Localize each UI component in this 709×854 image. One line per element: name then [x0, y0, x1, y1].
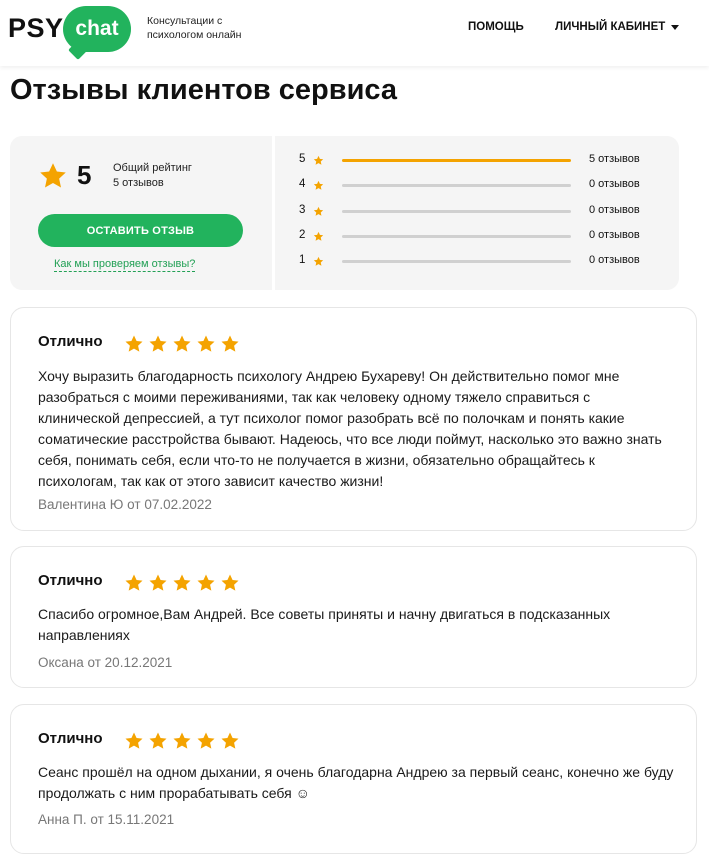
nav-help-link[interactable]: ПОМОЩЬ	[468, 21, 524, 33]
rating-summary: 5 Общий рейтинг 5 отзывов ОСТАВИТЬ ОТЗЫВ…	[10, 136, 679, 290]
review-author-date: Валентина Ю от 07.02.2022	[38, 497, 212, 512]
star-icon	[125, 335, 143, 352]
rating-bar-track	[342, 210, 571, 213]
review-text: Сеанс прошёл на одном дыхании, я очень б…	[38, 764, 674, 801]
star-icon	[40, 163, 66, 188]
overall-rating-label-block: Общий рейтинг 5 отзывов	[113, 161, 192, 191]
star-icon	[149, 335, 167, 352]
rating-row-1: 1 0 отзывов	[275, 254, 679, 270]
rating-row-stars: 5	[299, 153, 306, 165]
review-stars	[124, 573, 240, 593]
star-icon	[197, 335, 215, 352]
review-author-date: Анна П. от 15.11.2021	[38, 812, 175, 827]
star-icon	[221, 732, 239, 749]
overall-rating-label: Общий рейтинг	[113, 162, 192, 174]
rating-row-3: 3 0 отзывов	[275, 204, 679, 220]
star-icon	[197, 574, 215, 591]
verify-reviews-link[interactable]: Как мы проверяем отзывы?	[54, 258, 196, 272]
review-title: Отлично	[38, 572, 103, 589]
nav-cabinet-menu[interactable]: ЛИЧНЫЙ КАБИНЕТ	[555, 21, 680, 33]
site-header: PSY chat Консультации с психологом онлай…	[0, 0, 709, 66]
review-stars	[124, 334, 240, 354]
star-icon	[313, 231, 324, 241]
rating-bar-track	[342, 159, 571, 162]
star-icon	[313, 180, 324, 190]
rating-bar-fill	[342, 159, 571, 162]
rating-row-stars: 2	[299, 229, 306, 241]
rating-row-count: 0 отзывов	[589, 178, 640, 190]
review-author-date: Оксана от 20.12.2021	[38, 655, 173, 670]
nav-cabinet-label: ЛИЧНЫЙ КАБИНЕТ	[555, 21, 666, 33]
review-text: Спасибо огромное,Вам Андрей. Все советы …	[38, 606, 611, 643]
rating-row-count: 0 отзывов	[589, 254, 640, 266]
star-icon	[221, 335, 239, 352]
rating-row-count: 0 отзывов	[589, 229, 640, 241]
review-stars	[124, 731, 240, 751]
star-icon	[149, 732, 167, 749]
overall-rating-value: 5	[77, 160, 92, 190]
star-icon	[125, 732, 143, 749]
rating-bar-track	[342, 184, 571, 187]
caret-down-icon	[671, 24, 680, 30]
review-title: Отлично	[38, 333, 103, 350]
star-icon	[173, 732, 191, 749]
star-icon	[125, 574, 143, 591]
logo-psy-text: PSY	[8, 13, 64, 43]
rating-row-stars: 4	[299, 178, 306, 190]
rating-row-4: 4 0 отзывов	[275, 178, 679, 194]
rating-overview: 5 Общий рейтинг 5 отзывов ОСТАВИТЬ ОТЗЫВ…	[10, 136, 272, 290]
tagline: Консультации с психологом онлайн	[147, 15, 242, 41]
rating-row-stars: 3	[299, 204, 306, 216]
review-text: Хочу выразить благодарность психологу Ан…	[38, 368, 662, 489]
star-icon	[313, 206, 324, 216]
overall-review-count: 5 отзывов	[113, 177, 164, 189]
star-icon	[313, 256, 324, 266]
page-title: Отзывы клиентов сервиса	[10, 74, 398, 106]
rating-row-count: 0 отзывов	[589, 204, 640, 216]
review-card: Отлично Спасибо огромное,Вам Андрей. Все…	[10, 546, 697, 688]
rating-bar-track	[342, 235, 571, 238]
rating-row-5: 5 5 отзывов	[275, 153, 679, 169]
leave-review-button[interactable]: ОСТАВИТЬ ОТЗЫВ	[38, 214, 243, 247]
review-card: Отлично Хочу выразить благодарность псих…	[10, 307, 697, 531]
rating-row-count: 5 отзывов	[589, 153, 640, 165]
rating-row-2: 2 0 отзывов	[275, 229, 679, 245]
rating-row-stars: 1	[299, 254, 306, 266]
review-card: Отлично Сеанс прошёл на одном дыхании, я…	[10, 704, 697, 854]
star-icon	[173, 335, 191, 352]
star-icon	[173, 574, 191, 591]
logo-chat-bubble: chat	[63, 6, 131, 52]
rating-breakdown: 5 5 отзывов 4 0 отзывов 3 0 отзывов 2 0 …	[275, 136, 679, 290]
review-title: Отлично	[38, 730, 103, 747]
rating-bar-track	[342, 260, 571, 263]
star-icon	[149, 574, 167, 591]
star-icon	[221, 574, 239, 591]
star-icon	[313, 155, 324, 165]
star-icon	[197, 732, 215, 749]
logo-chat-text: chat	[75, 17, 119, 40]
